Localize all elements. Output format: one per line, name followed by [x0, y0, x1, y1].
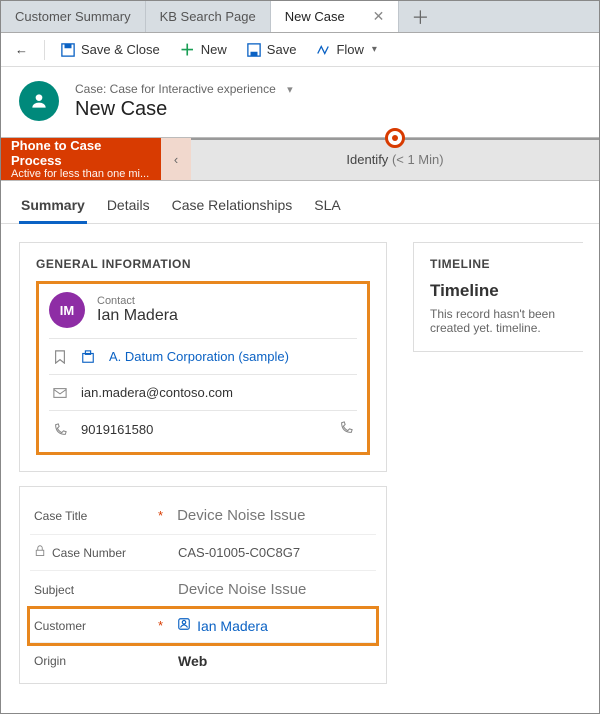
tab-label: KB Search Page	[160, 9, 256, 24]
phone-icon	[53, 423, 69, 437]
email-value[interactable]: ian.madera@contoso.com	[81, 385, 233, 400]
tab-label: Customer Summary	[15, 9, 131, 24]
call-button[interactable]	[339, 421, 353, 438]
label: Origin	[34, 654, 66, 668]
back-icon: ←	[15, 42, 28, 57]
required-indicator: *	[158, 508, 163, 523]
chevron-down-icon: ▾	[287, 84, 293, 96]
tab-sla[interactable]: SLA	[312, 191, 342, 223]
new-button[interactable]: ＋ New	[172, 35, 235, 64]
stage-name: Identify	[346, 152, 388, 167]
chevron-left-icon: ‹	[174, 152, 178, 167]
timeline-heading: Timeline	[430, 281, 583, 301]
back-button[interactable]: ←	[7, 38, 36, 61]
new-tab-button[interactable]: ＋	[399, 1, 441, 32]
save-close-label: Save & Close	[81, 42, 160, 57]
tab-customer-summary[interactable]: Customer Summary	[1, 1, 146, 32]
tab-kb-search[interactable]: KB Search Page	[146, 1, 271, 32]
save-close-button[interactable]: Save & Close	[53, 38, 168, 61]
page-title: New Case	[75, 98, 293, 121]
save-close-icon	[61, 43, 75, 57]
entity-avatar	[19, 81, 59, 121]
contact-name[interactable]: Ian Madera	[97, 307, 178, 325]
contact-card: IM Contact Ian Madera A. Datum Corporati…	[36, 281, 370, 455]
flow-button[interactable]: Flow ▾	[308, 38, 384, 61]
label: Customer	[34, 619, 86, 633]
process-name-block[interactable]: Phone to Case Process Active for less th…	[1, 138, 161, 180]
tab-summary[interactable]: Summary	[19, 191, 87, 223]
new-label: New	[201, 42, 227, 57]
plus-icon: ＋	[180, 39, 195, 60]
timeline-section: TIMELINE Timeline This record hasn't bee…	[413, 242, 583, 352]
section-title: TIMELINE	[430, 257, 583, 271]
process-status: Active for less than one mi...	[11, 168, 151, 180]
field-case-title[interactable]: Case Title * Device Noise Issue	[30, 497, 376, 535]
flow-label: Flow	[336, 42, 363, 57]
chevron-down-icon: ▾	[372, 44, 377, 55]
process-stage-identify[interactable]: Identify (< 1 Min)	[191, 138, 599, 180]
value: Device Noise Issue	[178, 581, 306, 598]
tab-label: New Case	[285, 9, 345, 24]
general-information-section: GENERAL INFORMATION IM Contact Ian Mader…	[19, 242, 387, 472]
lock-icon	[34, 545, 46, 560]
contact-label: Contact	[97, 295, 178, 307]
bookmark-icon	[53, 350, 69, 364]
tab-case-relationships[interactable]: Case Relationships	[170, 191, 295, 223]
separator	[44, 40, 45, 60]
timeline-empty-msg: This record hasn't been created yet. tim…	[430, 307, 583, 335]
entity-label: Case: Case for Interactive experience	[75, 82, 276, 96]
required-indicator: *	[158, 618, 163, 633]
process-name: Phone to Case Process	[11, 138, 151, 168]
close-icon[interactable]: ✕	[373, 8, 385, 25]
stage-marker-icon	[385, 128, 405, 148]
value: Ian Madera	[197, 618, 268, 634]
account-icon	[81, 350, 97, 364]
process-collapse-button[interactable]: ‹	[161, 138, 191, 180]
save-label: Save	[267, 42, 297, 57]
tab-details[interactable]: Details	[105, 191, 152, 223]
contact-icon	[177, 617, 191, 634]
section-title: GENERAL INFORMATION	[36, 257, 370, 271]
record-header: Case: Case for Interactive experience ▾ …	[1, 67, 599, 137]
value: Web	[178, 653, 207, 669]
field-subject[interactable]: Subject Device Noise Issue	[30, 571, 376, 609]
field-case-number: Case Number CAS-01005-C0C8G7	[30, 535, 376, 571]
field-customer[interactable]: Customer * Ian Madera	[30, 609, 376, 643]
entity-breadcrumb[interactable]: Case: Case for Interactive experience ▾	[75, 82, 293, 96]
form-tabs: Summary Details Case Relationships SLA	[1, 181, 599, 224]
contact-avatar: IM	[49, 292, 85, 328]
phone-value[interactable]: 9019161580	[81, 422, 153, 437]
command-bar: ← Save & Close ＋ New Save Flow ▾	[1, 33, 599, 67]
business-process-flow: Phone to Case Process Active for less th…	[1, 137, 599, 181]
mail-icon	[53, 386, 69, 400]
label: Case Number	[52, 546, 126, 560]
case-fields-section: Case Title * Device Noise Issue Case Num…	[19, 486, 387, 684]
save-icon	[247, 43, 261, 57]
value: Device Noise Issue	[177, 507, 305, 524]
field-origin[interactable]: Origin Web	[30, 643, 376, 679]
tab-new-case[interactable]: New Case ✕	[271, 1, 400, 32]
stage-duration: (< 1 Min)	[392, 152, 444, 167]
flow-icon	[316, 43, 330, 57]
value: CAS-01005-C0C8G7	[178, 545, 300, 560]
case-icon	[29, 91, 49, 111]
label: Case Title	[34, 509, 87, 523]
company-link[interactable]: A. Datum Corporation (sample)	[109, 349, 289, 364]
tab-strip: Customer Summary KB Search Page New Case…	[1, 1, 599, 33]
label: Subject	[34, 583, 74, 597]
save-button[interactable]: Save	[239, 38, 305, 61]
phone-icon	[339, 421, 353, 435]
